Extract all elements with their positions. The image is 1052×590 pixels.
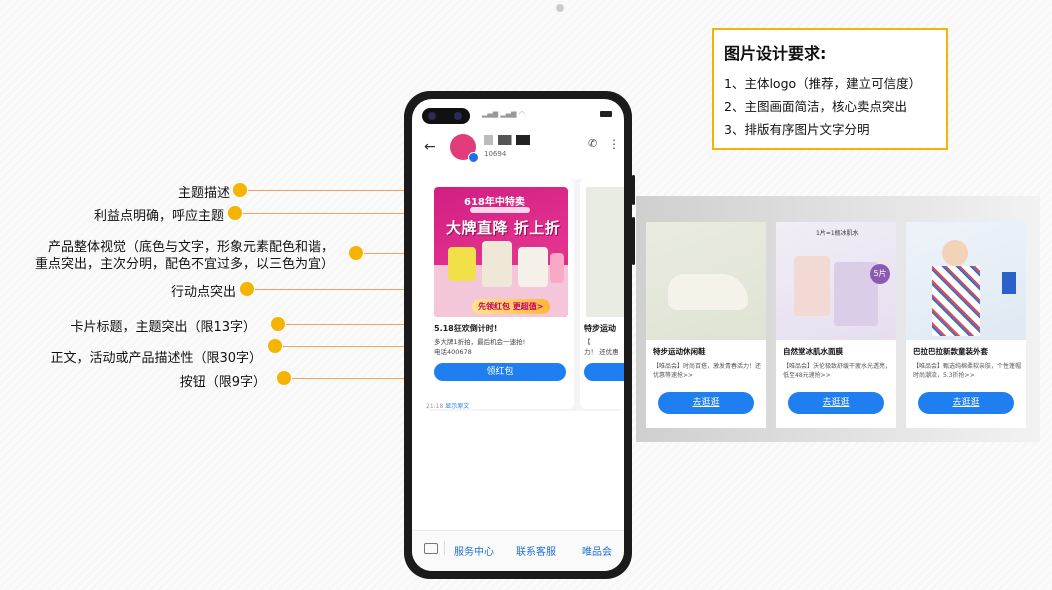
example-card-gallery: 特步运动休闲鞋 【唯品会】时尚百搭，激发青春活力！还优惠等速抢>> 去逛逛 1片… [636,196,1040,442]
jacket-shape [932,266,980,336]
kids-jacket-image [906,222,1026,340]
sender-name-redacted [484,135,530,145]
annotation-action: 行动点突出 [170,285,236,300]
go-shopping-button[interactable]: 去逛逛 [918,392,1014,414]
camera-notch [422,108,470,124]
example-card-body: 【唯品会】沃伦极致舒缓干疲水光透亮，低至48元速抢>> [783,363,892,379]
verified-badge-icon [468,152,479,163]
menu-contact-support[interactable]: 联系客服 [516,543,556,558]
bag-image [550,253,564,283]
mask-count-badge: 5片 [870,264,890,284]
more-menu-icon[interactable]: ⋮ [608,137,620,151]
annotation-dot [349,246,363,260]
menu-divider [444,541,445,555]
requirement-item: 2、主图画面简洁，核心卖点突出 [724,99,907,114]
rich-card[interactable]: 618年中特卖 大牌直降 折上折 先领红包 更超值> 5.18狂欢倒计时! 多大… [426,179,574,409]
annotation-dot [268,339,282,353]
rich-card-carousel[interactable]: 618年中特卖 大牌直降 折上折 先领红包 更超值> 5.18狂欢倒计时! 多大… [426,179,624,411]
requirements-title: 图片设计要求: [724,44,827,63]
card2-button[interactable] [584,363,624,381]
camera-lens [428,112,436,120]
tshirt-image [448,247,476,281]
back-arrow-icon[interactable]: ← [424,139,436,155]
go-shopping-button[interactable]: 去逛逛 [658,392,754,414]
requirement-item: 3、排版有序图片文字分明 [724,122,870,137]
phone-mockup: ▂▄▆ ▂▄▆ ◠ ← 10694 ✆ ⋮ 618年中特卖 大牌直降 折上折 先… [404,91,635,579]
promo-cta[interactable]: 先领红包 更超值> [472,299,550,314]
example-card-body: 【唯品会】时尚百搭，激发青春活力！还优惠等速抢>> [653,363,762,379]
card2-title: 特步运动 [584,324,616,333]
camera-lens [454,112,462,120]
annotation-dot [233,183,247,197]
card2-body-line: 【 [584,338,591,346]
annotation-visual-2: 重点突出，主次分明，配色不宜过多，以三色为宜） [34,257,334,272]
example-card-title: 自然堂冰肌水面膜 [783,347,843,356]
example-card-title: 特步运动休闲鞋 [653,347,706,356]
side-button [632,175,635,205]
annotation-dot [271,317,285,331]
card-title: 5.18狂欢倒计时! [434,324,498,333]
sneaker-shape [668,274,748,310]
promo-image[interactable]: 618年中特卖 大牌直降 折上折 先领红包 更超值> [434,187,568,317]
mask-image: 1片=1瓶冰肌水 5片 [776,222,896,340]
example-card-title: 巴拉巴拉新款童装外套 [913,347,988,356]
example-card[interactable]: 1片=1瓶冰肌水 5片 自然堂冰肌水面膜 【唯品会】沃伦极致舒缓干疲水光透亮，低… [776,222,896,428]
annotation-card-title: 卡片标题，主题突出（限13字） [70,320,256,335]
card2-body: 【 力！ 还优惠 [584,337,619,357]
go-shopping-button[interactable]: 去逛逛 [788,392,884,414]
time-text: 21:18 [426,403,444,410]
promo-tag: 618年中特卖 [464,197,525,208]
keyboard-icon[interactable] [424,543,438,554]
side-button [632,217,635,265]
card-body-line: 电话400678 [434,348,472,356]
mask-image-label: 1片=1瓶冰肌水 [816,230,859,237]
rich-card-next[interactable]: 特步运动 【 力！ 还优惠 [580,179,624,409]
shoe-image [586,187,624,317]
get-red-packet-button[interactable]: 领红包 [434,363,566,381]
annotation-dot [277,371,291,385]
annotation-button: 按钮（限9字） [179,375,266,390]
signal-icon: ▂▄▆ ▂▄▆ ◠ [482,110,525,118]
promo-subtitle-bar [470,207,530,213]
battery-icon [600,111,612,117]
card2-body-line: 力！ 还优惠 [584,348,619,356]
side-sign [1002,272,1016,294]
phone-screen: ▂▄▆ ▂▄▆ ◠ ← 10694 ✆ ⋮ 618年中特卖 大牌直降 折上折 先… [412,99,624,571]
show-original-link[interactable]: 显示原文 [445,403,469,410]
shirt-image [482,241,512,287]
design-requirements-box: 图片设计要求: 1、主体logo（推荐，建立可信度） 2、主图画面简洁，核心卖点… [712,28,948,150]
menu-service-center[interactable]: 服务中心 [454,543,494,558]
annotation-benefit: 利益点明确，呼应主题 [93,209,224,224]
sender-number: 10694 [484,150,507,158]
requirement-item: 1、主体logo（推荐，建立可信度） [724,76,922,91]
annotation-dot [228,206,242,220]
mask-pack [794,256,830,316]
page-indicator-dot [556,4,564,12]
card-body: 多大牌1折拍，最后机会一速抢! 电话400678 [434,337,570,357]
message-time: 21:18 显示原文 [426,401,469,410]
annotation-theme: 主题描述 [177,186,230,201]
menu-vip[interactable]: 唯品会 [582,543,612,558]
sneaker-image [646,222,766,340]
annotation-body: 正文，活动或产品描述性（限30字） [50,351,262,366]
example-card[interactable]: 巴拉巴拉新款童装外套 【唯品会】甄选纯棉柔软亲肤，个性蓬帽时尚潮流，5.3折抢>… [906,222,1026,428]
dress-image [518,247,548,287]
canvas: 图片设计要求: 1、主体logo（推荐，建立可信度） 2、主图画面简洁，核心卖点… [0,0,1052,590]
child-head [942,240,968,266]
example-card-body: 【唯品会】甄选纯棉柔软亲肤，个性蓬帽时尚潮流，5.3折抢>> [913,363,1022,379]
promo-headline: 大牌直降 折上折 [446,219,561,237]
phone-call-icon[interactable]: ✆ [588,137,597,150]
bottom-menu-bar: 服务中心 联系客服 唯品会 [412,530,624,571]
card-body-line: 多大牌1折拍，最后机会一速抢! [434,338,526,346]
annotation-dot [240,282,254,296]
example-card[interactable]: 特步运动休闲鞋 【唯品会】时尚百搭，激发青春活力！还优惠等速抢>> 去逛逛 [646,222,766,428]
